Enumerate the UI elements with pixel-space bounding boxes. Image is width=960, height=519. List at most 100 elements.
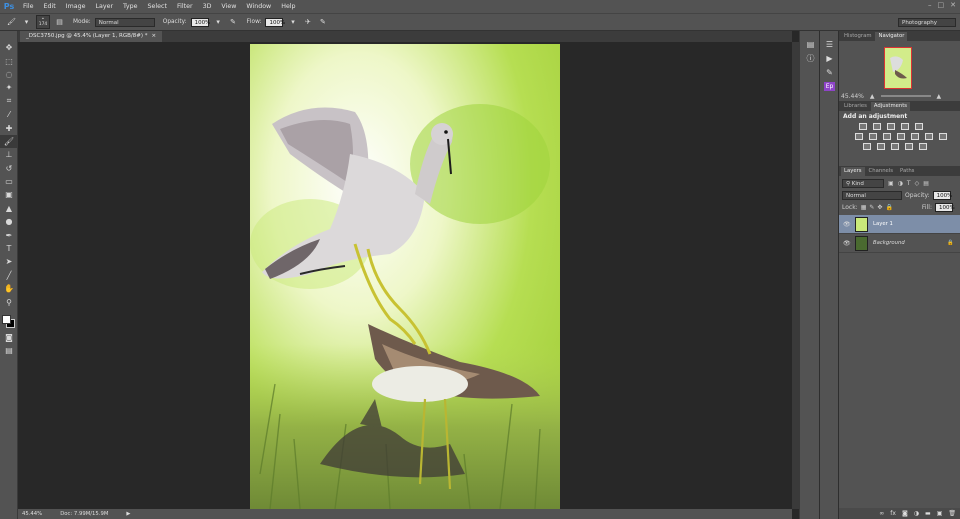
- foreground-color-swatch[interactable]: [2, 314, 11, 324]
- tab-layers[interactable]: Layers: [841, 167, 865, 176]
- zoom-in-icon[interactable]: ▲: [937, 93, 942, 100]
- brightness-contrast-icon[interactable]: [859, 123, 867, 130]
- zoom-tool-icon[interactable]: ⚲: [0, 295, 18, 308]
- blur-tool-icon[interactable]: ▲: [0, 202, 18, 215]
- shape-filter-icon[interactable]: ◇: [915, 180, 920, 187]
- menu-image[interactable]: Image: [61, 0, 91, 13]
- flow-field[interactable]: 100%: [265, 17, 285, 27]
- zoom-slider[interactable]: [880, 95, 931, 97]
- navigator-zoom-value[interactable]: 45.44%: [841, 93, 864, 100]
- zoom-level[interactable]: 45.44%: [22, 511, 42, 517]
- info-panel-icon[interactable]: ⓘ: [800, 51, 821, 65]
- menu-window[interactable]: Window: [241, 0, 276, 13]
- new-group-icon[interactable]: ▬: [925, 510, 931, 517]
- layer-name[interactable]: Background: [873, 240, 905, 246]
- doc-size[interactable]: Doc: 7.99M/15.9M: [60, 511, 108, 517]
- color-swatches[interactable]: [0, 313, 18, 331]
- close-window-icon[interactable]: ✕: [950, 1, 956, 9]
- delete-layer-icon[interactable]: 🗑: [948, 510, 956, 517]
- document-tab[interactable]: _DSC3750.jpg @ 45.4% (Layer 1, RGB/8#) *…: [20, 31, 163, 42]
- link-layers-icon[interactable]: ∞: [879, 510, 884, 517]
- brush-tool-icon[interactable]: 🖌: [0, 134, 18, 149]
- vibrance-icon[interactable]: [915, 123, 923, 130]
- fill-field[interactable]: 100%: [934, 202, 955, 212]
- photo-filter-icon[interactable]: [897, 133, 905, 140]
- invert-icon[interactable]: [863, 143, 871, 150]
- smart-filter-icon[interactable]: ▤: [923, 180, 929, 187]
- menu-filter[interactable]: Filter: [172, 0, 198, 13]
- brush-size-picker[interactable]: • 174: [36, 15, 50, 29]
- threshold-icon[interactable]: [891, 143, 899, 150]
- gradient-tool-icon[interactable]: ▣: [0, 188, 18, 201]
- minimize-icon[interactable]: –: [928, 1, 932, 9]
- layer-style-icon[interactable]: fx: [890, 510, 896, 517]
- gradient-map-adj-icon[interactable]: [939, 133, 947, 140]
- quick-mask-icon[interactable]: ◙: [0, 331, 18, 344]
- hand-tool-icon[interactable]: ✋: [0, 282, 18, 295]
- lock-position-icon[interactable]: ✥: [877, 204, 882, 211]
- eyedropper-tool-icon[interactable]: ⁄: [0, 108, 18, 121]
- exposure-icon[interactable]: [901, 123, 909, 130]
- layer-opacity-field[interactable]: 100%: [932, 190, 952, 200]
- move-tool-icon[interactable]: ✥: [0, 41, 18, 54]
- layer-name[interactable]: Layer 1: [873, 221, 893, 227]
- clone-stamp-tool-icon[interactable]: ⊥: [0, 148, 18, 161]
- tab-navigator[interactable]: Navigator: [875, 32, 908, 41]
- preset-dropdown-icon[interactable]: ▾: [21, 17, 32, 28]
- line-tool-icon[interactable]: ╱: [0, 269, 18, 282]
- menu-edit[interactable]: Edit: [39, 0, 61, 13]
- new-adjustment-icon[interactable]: ◑: [914, 510, 919, 517]
- menu-select[interactable]: Select: [143, 0, 172, 13]
- eraser-tool-icon[interactable]: ▭: [0, 175, 18, 188]
- eye-visibility-icon[interactable]: 👁: [843, 240, 851, 247]
- adjust-filter-icon[interactable]: ◑: [898, 180, 903, 187]
- type-filter-icon[interactable]: T: [907, 180, 911, 187]
- brush-tool-preset-icon[interactable]: 🖌: [6, 17, 17, 28]
- dodge-tool-icon[interactable]: ●: [0, 215, 18, 228]
- flow-dropdown-icon[interactable]: ▾: [287, 17, 298, 28]
- opacity-dropdown-icon[interactable]: ▾: [213, 17, 224, 28]
- pressure-opacity-icon[interactable]: ✎: [228, 17, 239, 28]
- kind-filter-select[interactable]: ⚲ Kind: [842, 178, 884, 188]
- black-white-icon[interactable]: [883, 133, 891, 140]
- vertical-scrollbar[interactable]: [792, 42, 799, 509]
- menu-type[interactable]: Type: [118, 0, 142, 13]
- channel-mixer-icon[interactable]: [911, 133, 919, 140]
- tab-histogram[interactable]: Histogram: [841, 32, 874, 41]
- blend-mode-select[interactable]: Normal: [842, 190, 902, 200]
- layer-row-background[interactable]: 👁 Background 🔒: [839, 234, 960, 253]
- layer-row-layer-1[interactable]: 👁 Layer 1: [839, 215, 960, 234]
- posterize-icon[interactable]: [877, 143, 885, 150]
- brush-presets-panel-icon[interactable]: ✎: [820, 65, 839, 79]
- color-balance-icon[interactable]: [869, 133, 877, 140]
- history-brush-tool-icon[interactable]: ↺: [0, 162, 18, 175]
- menu-3d[interactable]: 3D: [198, 0, 217, 13]
- airbrush-icon[interactable]: ✈: [302, 17, 313, 28]
- maximize-icon[interactable]: □: [938, 1, 945, 9]
- pixel-filter-icon[interactable]: ▣: [888, 180, 894, 187]
- levels-icon[interactable]: [873, 123, 881, 130]
- history-panel-icon[interactable]: ▤: [800, 37, 821, 51]
- quick-select-tool-icon[interactable]: ✦: [0, 81, 18, 94]
- tab-adjustments[interactable]: Adjustments: [870, 102, 911, 111]
- add-mask-icon[interactable]: ◙: [902, 510, 908, 517]
- extension-ep-icon[interactable]: Ep: [820, 79, 839, 93]
- healing-brush-tool-icon[interactable]: ✚: [0, 121, 18, 134]
- mode-select[interactable]: Normal: [94, 17, 155, 27]
- actions-panel-icon[interactable]: ▶: [820, 51, 839, 65]
- color-lookup-icon[interactable]: [925, 133, 933, 140]
- opacity-field[interactable]: 100%: [190, 17, 210, 27]
- type-tool-icon[interactable]: T: [0, 242, 18, 255]
- menu-help[interactable]: Help: [276, 0, 300, 13]
- close-tab-icon[interactable]: ×: [151, 31, 156, 42]
- lock-all-icon[interactable]: 🔒: [885, 204, 892, 211]
- lock-transparency-icon[interactable]: ▦: [861, 204, 867, 211]
- pen-tool-icon[interactable]: ✒: [0, 228, 18, 241]
- tab-libraries[interactable]: Libraries: [841, 102, 870, 111]
- status-menu-arrow-icon[interactable]: ▶: [126, 511, 130, 517]
- crop-tool-icon[interactable]: ⌗: [0, 95, 18, 108]
- lasso-tool-icon[interactable]: ◌: [0, 68, 18, 81]
- workspace-select[interactable]: Photography: [898, 18, 956, 27]
- curves-icon[interactable]: [887, 123, 895, 130]
- tab-paths[interactable]: Paths: [897, 167, 917, 176]
